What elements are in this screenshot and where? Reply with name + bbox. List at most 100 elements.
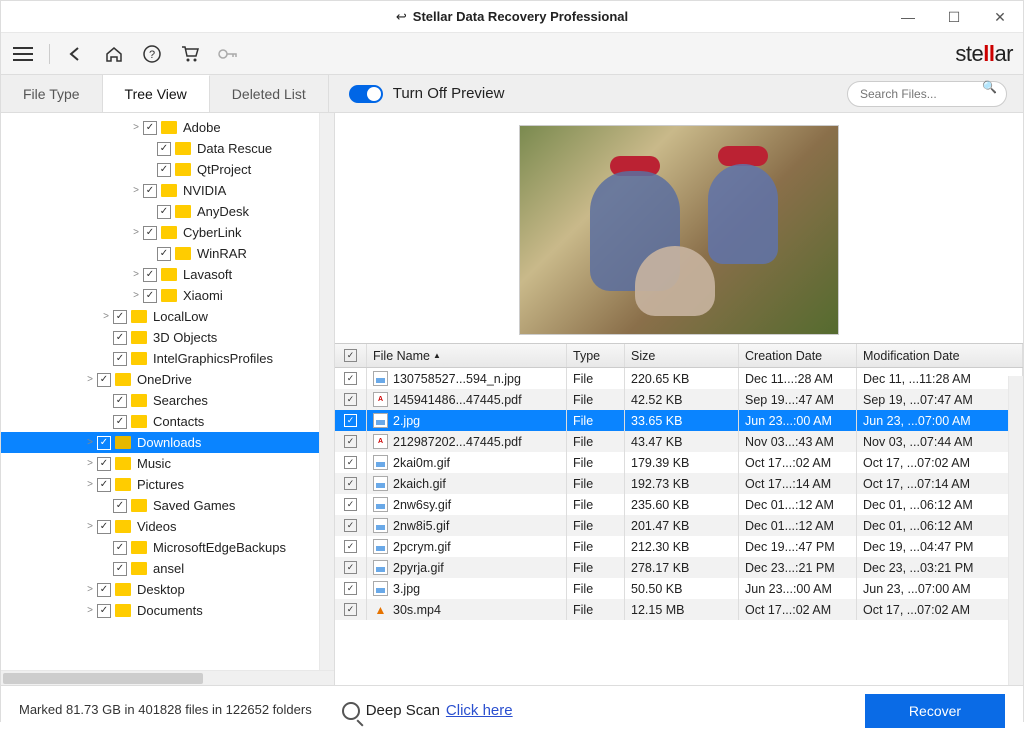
tab-file-type[interactable]: File Type xyxy=(1,75,103,112)
tree-checkbox[interactable] xyxy=(113,352,127,366)
help-icon[interactable]: ? xyxy=(140,42,164,66)
tree-item[interactable]: >Pictures xyxy=(1,474,334,495)
tree-checkbox[interactable] xyxy=(143,226,157,240)
tree-item[interactable]: >Music xyxy=(1,453,334,474)
header-modification-date[interactable]: Modification Date xyxy=(857,344,1023,367)
tree-checkbox[interactable] xyxy=(97,457,111,471)
header-name[interactable]: File Name▲ xyxy=(367,344,567,367)
row-checkbox[interactable] xyxy=(344,561,357,574)
tree-checkbox[interactable] xyxy=(113,415,127,429)
table-row[interactable]: 2nw6sy.gifFile235.60 KBDec 01...:12 AMDe… xyxy=(335,494,1023,515)
tree-item[interactable]: >Xiaomi xyxy=(1,285,334,306)
menu-icon[interactable] xyxy=(11,42,35,66)
tree-checkbox[interactable] xyxy=(143,184,157,198)
header-size[interactable]: Size xyxy=(625,344,739,367)
table-row[interactable]: A212987202...47445.pdfFile43.47 KBNov 03… xyxy=(335,431,1023,452)
chevron-icon[interactable]: > xyxy=(129,185,143,196)
tree-vscroll[interactable] xyxy=(319,113,334,670)
tree-item[interactable]: >Lavasoft xyxy=(1,264,334,285)
chevron-icon[interactable]: > xyxy=(129,290,143,301)
cart-icon[interactable] xyxy=(178,42,202,66)
tree-item[interactable]: >NVIDIA xyxy=(1,180,334,201)
file-vscroll[interactable] xyxy=(1008,376,1023,685)
tree-checkbox[interactable] xyxy=(157,247,171,261)
header-checkbox[interactable] xyxy=(344,349,357,362)
tree-checkbox[interactable] xyxy=(97,478,111,492)
tree-checkbox[interactable] xyxy=(97,520,111,534)
table-row[interactable]: 130758527...594_n.jpgFile220.65 KBDec 11… xyxy=(335,368,1023,389)
tree-checkbox[interactable] xyxy=(113,562,127,576)
row-checkbox[interactable] xyxy=(344,414,357,427)
row-checkbox[interactable] xyxy=(344,540,357,553)
tree-item[interactable]: AnyDesk xyxy=(1,201,334,222)
header-creation-date[interactable]: Creation Date xyxy=(739,344,857,367)
chevron-icon[interactable]: > xyxy=(83,521,97,532)
tree-item[interactable]: >Desktop xyxy=(1,579,334,600)
tree-item[interactable]: IntelGraphicsProfiles xyxy=(1,348,334,369)
chevron-icon[interactable]: > xyxy=(83,458,97,469)
tree-item[interactable]: >Videos xyxy=(1,516,334,537)
row-checkbox[interactable] xyxy=(344,519,357,532)
minimize-button[interactable]: — xyxy=(885,1,931,33)
tree-item[interactable]: MicrosoftEdgeBackups xyxy=(1,537,334,558)
preview-toggle[interactable] xyxy=(349,85,383,103)
tree-checkbox[interactable] xyxy=(157,163,171,177)
tree-checkbox[interactable] xyxy=(157,205,171,219)
tree-item[interactable]: ansel xyxy=(1,558,334,579)
chevron-icon[interactable]: > xyxy=(83,479,97,490)
table-row[interactable]: ▲30s.mp4File12.15 MBOct 17...:02 AMOct 1… xyxy=(335,599,1023,620)
row-checkbox[interactable] xyxy=(344,477,357,490)
recover-button[interactable]: Recover xyxy=(865,694,1005,728)
tree-checkbox[interactable] xyxy=(113,394,127,408)
tree-checkbox[interactable] xyxy=(157,142,171,156)
home-icon[interactable] xyxy=(102,42,126,66)
tree-item[interactable]: Contacts xyxy=(1,411,334,432)
tree-item[interactable]: >LocalLow xyxy=(1,306,334,327)
tree-checkbox[interactable] xyxy=(143,289,157,303)
row-checkbox[interactable] xyxy=(344,393,357,406)
header-type[interactable]: Type xyxy=(567,344,625,367)
chevron-icon[interactable]: > xyxy=(83,374,97,385)
tree-item[interactable]: Saved Games xyxy=(1,495,334,516)
tree-item[interactable]: >CyberLink xyxy=(1,222,334,243)
key-icon[interactable] xyxy=(216,42,240,66)
table-row[interactable]: 2.jpgFile33.65 KBJun 23...:00 AMJun 23, … xyxy=(335,410,1023,431)
search-icon[interactable]: 🔍 xyxy=(982,80,997,94)
row-checkbox[interactable] xyxy=(344,435,357,448)
table-row[interactable]: 2pyrja.gifFile278.17 KBDec 23...:21 PMDe… xyxy=(335,557,1023,578)
chevron-icon[interactable]: > xyxy=(83,605,97,616)
tree-checkbox[interactable] xyxy=(143,121,157,135)
chevron-icon[interactable]: > xyxy=(129,269,143,280)
tree-item[interactable]: WinRAR xyxy=(1,243,334,264)
row-checkbox[interactable] xyxy=(344,603,357,616)
row-checkbox[interactable] xyxy=(344,372,357,385)
table-row[interactable]: 2pcrym.gifFile212.30 KBDec 19...:47 PMDe… xyxy=(335,536,1023,557)
tree-checkbox[interactable] xyxy=(113,541,127,555)
tree-checkbox[interactable] xyxy=(143,268,157,282)
chevron-icon[interactable]: > xyxy=(83,437,97,448)
tree-item[interactable]: Data Rescue xyxy=(1,138,334,159)
table-row[interactable]: 2kaich.gifFile192.73 KBOct 17...:14 AMOc… xyxy=(335,473,1023,494)
tree-item[interactable]: QtProject xyxy=(1,159,334,180)
table-row[interactable]: 2nw8i5.gifFile201.47 KBDec 01...:12 AMDe… xyxy=(335,515,1023,536)
back-icon[interactable] xyxy=(64,42,88,66)
tree-checkbox[interactable] xyxy=(97,436,111,450)
row-checkbox[interactable] xyxy=(344,582,357,595)
tree-item[interactable]: >Downloads xyxy=(1,432,334,453)
close-button[interactable]: ✕ xyxy=(977,1,1023,33)
tab-tree-view[interactable]: Tree View xyxy=(103,75,210,112)
tree-checkbox[interactable] xyxy=(113,331,127,345)
maximize-button[interactable]: ☐ xyxy=(931,1,977,33)
row-checkbox[interactable] xyxy=(344,456,357,469)
tree-item[interactable]: >Adobe xyxy=(1,117,334,138)
chevron-icon[interactable]: > xyxy=(129,122,143,133)
chevron-icon[interactable]: > xyxy=(83,584,97,595)
tree-checkbox[interactable] xyxy=(97,583,111,597)
tree-item[interactable]: >OneDrive xyxy=(1,369,334,390)
table-row[interactable]: 2kai0m.gifFile179.39 KBOct 17...:02 AMOc… xyxy=(335,452,1023,473)
tree-checkbox[interactable] xyxy=(113,499,127,513)
deep-scan-link[interactable]: Click here xyxy=(446,702,513,719)
tree-checkbox[interactable] xyxy=(97,373,111,387)
chevron-icon[interactable]: > xyxy=(99,311,113,322)
tree-checkbox[interactable] xyxy=(113,310,127,324)
